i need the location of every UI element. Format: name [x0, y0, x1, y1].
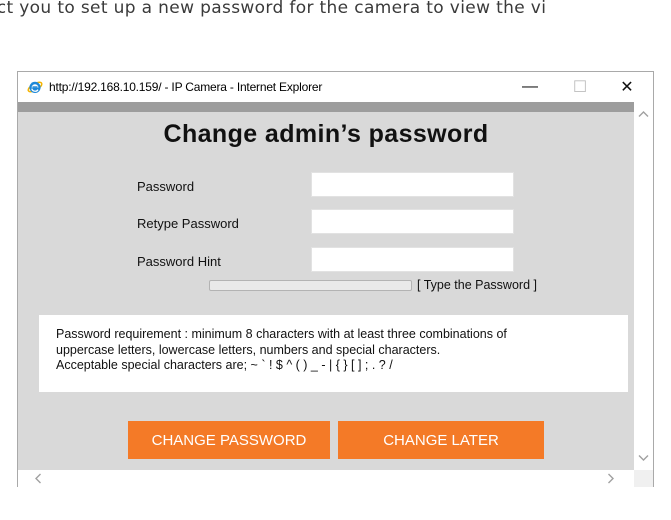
window-titlebar[interactable]: http://192.168.10.159/ - IP Camera - Int…	[18, 72, 653, 102]
maximize-icon: ☐	[572, 79, 588, 96]
requirement-line: Acceptable special characters are; ~ ` !…	[56, 358, 393, 372]
password-label: Password	[137, 179, 195, 194]
password-requirements-box: Password requirement : minimum 8 charact…	[39, 315, 628, 392]
chevron-left-icon[interactable]	[32, 472, 45, 485]
background-intro-text: ect you to set up a new password for the…	[0, 0, 671, 40]
header-strip	[18, 102, 634, 112]
requirement-line: uppercase letters, lowercase letters, nu…	[56, 343, 441, 357]
scrollbar-corner	[634, 470, 653, 487]
maximize-button[interactable]: ☐	[558, 72, 602, 102]
retype-password-input[interactable]	[311, 209, 514, 234]
change-password-button[interactable]: CHANGE PASSWORD	[128, 421, 330, 459]
vertical-scrollbar[interactable]	[634, 102, 653, 470]
close-button[interactable]: ✕	[605, 72, 649, 102]
password-input[interactable]	[311, 172, 514, 197]
minimize-button[interactable]: —	[508, 72, 552, 102]
close-icon: ✕	[620, 79, 634, 96]
chevron-up-icon[interactable]	[637, 108, 650, 121]
change-later-button[interactable]: CHANGE LATER	[338, 421, 544, 459]
password-hint-input[interactable]	[311, 247, 514, 272]
page-title: Change admin’s password	[163, 120, 489, 148]
password-strength-text: [ Type the Password ]	[417, 278, 537, 292]
minimize-icon: —	[522, 78, 538, 95]
browser-window: http://192.168.10.159/ - IP Camera - Int…	[17, 71, 654, 487]
password-hint-label: Password Hint	[137, 254, 221, 269]
password-strength-bar	[209, 280, 412, 291]
horizontal-scrollbar[interactable]	[18, 470, 634, 487]
page-content: Change admin’s password Password Retype …	[18, 102, 634, 470]
chevron-down-icon[interactable]	[637, 451, 650, 464]
retype-password-label: Retype Password	[137, 216, 239, 231]
requirement-line: Password requirement : minimum 8 charact…	[56, 327, 507, 341]
window-title: http://192.168.10.159/ - IP Camera - Int…	[49, 80, 323, 94]
chevron-right-icon[interactable]	[604, 472, 617, 485]
intro-text: ect you to set up a new password for the…	[0, 0, 547, 18]
internet-explorer-icon	[27, 81, 43, 93]
